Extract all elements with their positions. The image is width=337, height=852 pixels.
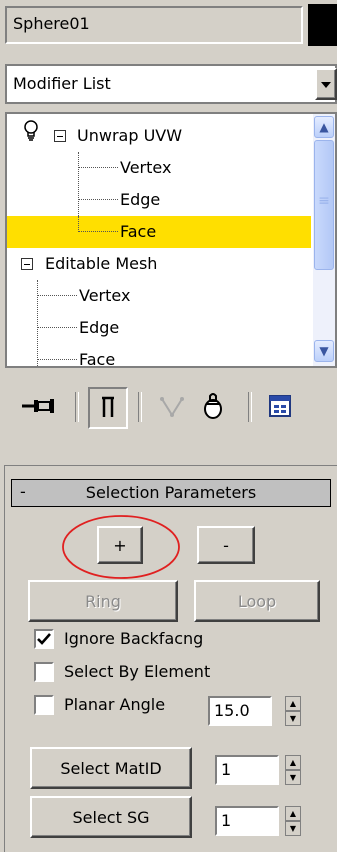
stack-item-label: Editable Mesh	[45, 254, 158, 273]
collapse-toggle-icon[interactable]	[54, 130, 66, 142]
checkmark-icon	[37, 633, 51, 645]
show-end-result-icon[interactable]	[88, 387, 128, 429]
select-matid-value-field[interactable]: 1	[215, 755, 279, 785]
spinner-down-icon[interactable]: ▼	[285, 770, 301, 785]
stack-item-label: Unwrap UVW	[77, 126, 183, 145]
spinner-up-icon[interactable]: ▲	[285, 755, 301, 770]
spinner-up-icon[interactable]: ▲	[285, 806, 301, 821]
stack-item-label: Vertex	[120, 158, 172, 177]
tree-line	[78, 216, 79, 232]
modifier-list-dropdown[interactable]: Modifier List	[5, 64, 337, 104]
select-sg-value: 1	[221, 811, 232, 830]
red-circle-annotation-icon	[62, 515, 180, 579]
tree-line	[78, 231, 118, 232]
toolbar-separator	[138, 392, 142, 422]
object-color-swatch[interactable]	[308, 4, 337, 46]
configure-modifier-sets-icon[interactable]	[265, 390, 295, 422]
lightbulb-icon[interactable]	[21, 119, 41, 154]
stack-item-label: Edge	[79, 318, 120, 337]
select-sg-label: Select SG	[72, 807, 150, 827]
scroll-up-button[interactable]: ▲	[314, 116, 334, 138]
stack-item-edge[interactable]: Edge	[7, 184, 311, 216]
pin-stack-icon[interactable]	[20, 390, 60, 422]
select-sg-spinner[interactable]: ▲ ▼	[285, 806, 301, 836]
ring-label: Ring	[85, 591, 121, 611]
select-by-element-checkbox[interactable]	[34, 662, 54, 682]
loop-label: Loop	[237, 591, 277, 611]
modifier-stack[interactable]: Unwrap UVW Vertex Edge Face Editable Mes…	[5, 112, 337, 368]
select-by-element-label: Select By Element	[64, 662, 211, 681]
select-sg-button[interactable]: Select SG	[30, 796, 192, 838]
planar-angle-value: 15.0	[214, 701, 250, 720]
stack-item-face[interactable]: Face	[7, 344, 311, 368]
dropdown-arrow-button[interactable]	[315, 68, 337, 100]
stack-item-label: Face	[79, 350, 116, 368]
stack-item-face-selected[interactable]: Face	[7, 216, 311, 248]
rollout-header-selection-parameters[interactable]: - Selection Parameters	[11, 479, 331, 507]
spinner-down-icon[interactable]: ▼	[285, 711, 301, 726]
shrink-selection-label: -	[223, 535, 229, 555]
rollout-title: Selection Parameters	[85, 483, 257, 502]
stack-item-label: Vertex	[79, 286, 131, 305]
object-name-field[interactable]: Sphere01	[5, 6, 303, 44]
collapse-toggle-icon[interactable]	[21, 258, 33, 270]
select-matid-button[interactable]: Select MatID	[30, 747, 192, 789]
spinner-down-icon[interactable]: ▼	[285, 821, 301, 836]
toolbar-separator	[75, 392, 79, 422]
planar-angle-spinner[interactable]: ▲ ▼	[285, 696, 301, 726]
stack-item-edge[interactable]: Edge	[7, 312, 311, 344]
stack-scrollbar[interactable]: ▲ ≡ ▼	[313, 114, 335, 366]
planar-angle-value-field[interactable]: 15.0	[208, 696, 272, 726]
chevron-down-icon	[321, 82, 331, 88]
stack-item-unwrap-uvw[interactable]: Unwrap UVW	[7, 120, 311, 152]
loop-button[interactable]: Loop	[194, 580, 320, 622]
select-sg-value-field[interactable]: 1	[215, 806, 279, 836]
make-unique-icon[interactable]	[157, 390, 187, 422]
select-matid-label: Select MatID	[60, 758, 162, 778]
stack-item-vertex[interactable]: Vertex	[7, 152, 311, 184]
planar-angle-checkbox[interactable]	[34, 695, 54, 715]
stack-item-vertex[interactable]: Vertex	[7, 280, 311, 312]
ring-button[interactable]: Ring	[28, 580, 178, 622]
remove-modifier-icon[interactable]	[200, 390, 226, 422]
scroll-grip-icon: ≡	[318, 193, 330, 209]
modifier-stack-toolbar	[0, 372, 337, 440]
select-matid-spinner[interactable]: ▲ ▼	[285, 755, 301, 785]
stack-item-label: Face	[120, 222, 157, 241]
ignore-backfacing-checkbox[interactable]	[34, 629, 54, 649]
stack-item-editable-mesh[interactable]: Editable Mesh	[7, 248, 311, 280]
shrink-selection-button[interactable]: -	[197, 526, 255, 564]
modifier-list-label: Modifier List	[13, 74, 111, 93]
select-matid-value: 1	[221, 760, 232, 779]
spinner-up-icon[interactable]: ▲	[285, 696, 301, 711]
stack-item-label: Edge	[120, 190, 161, 209]
planar-angle-label: Planar Angle	[64, 695, 166, 714]
scroll-thumb[interactable]: ≡	[314, 140, 334, 270]
object-name-text: Sphere01	[13, 14, 90, 33]
ignore-backfacing-label: Ignore Backfacng	[64, 629, 204, 648]
scroll-down-button[interactable]: ▼	[314, 340, 334, 362]
toolbar-separator	[248, 392, 252, 422]
